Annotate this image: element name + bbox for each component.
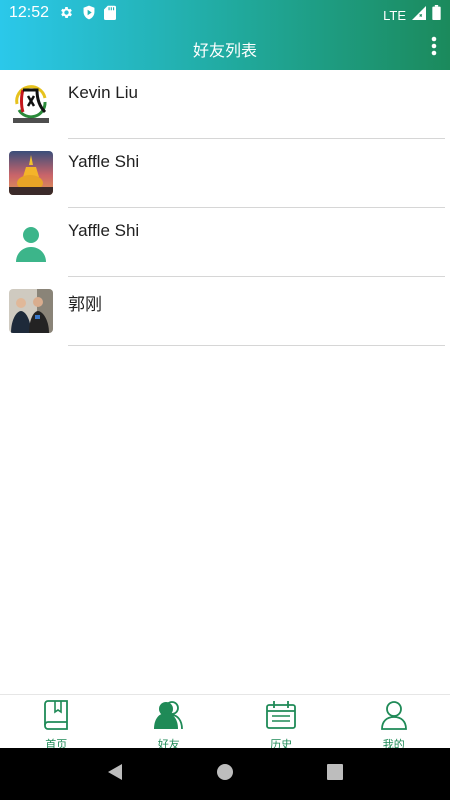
recents-button[interactable] [315, 754, 355, 794]
home-circle-icon [216, 763, 234, 786]
app-header: 12:52 LTE 好友列表 [0, 0, 450, 70]
bottom-nav: 首页 好友 历史 我的 [0, 694, 450, 751]
title-bar: 好友列表 [0, 26, 450, 70]
calendar-icon [266, 700, 297, 735]
people-photo-avatar[interactable] [9, 289, 53, 333]
network-type: LTE [383, 7, 406, 23]
overflow-menu-button[interactable] [424, 34, 444, 62]
friend-row[interactable]: Yaffle Shi [0, 139, 450, 208]
row-divider [68, 345, 445, 346]
overflow-menu-icon [431, 36, 437, 61]
battery-icon [432, 5, 441, 25]
signal-icon [412, 5, 426, 25]
friend-row[interactable]: Yaffle Shi [0, 208, 450, 277]
friend-row[interactable]: 郭刚 [0, 277, 450, 346]
sd-card-icon [104, 5, 116, 25]
nav-friends[interactable]: 好友 [113, 695, 226, 751]
page-title: 好友列表 [192, 43, 257, 60]
default-person-avatar[interactable] [9, 220, 53, 264]
gear-icon [59, 5, 74, 25]
friends-icon [153, 700, 184, 735]
system-navigation-bar [0, 748, 450, 800]
back-button[interactable] [95, 754, 135, 794]
nav-home[interactable]: 首页 [0, 695, 113, 751]
status-time: 12:52 [9, 4, 50, 21]
book-icon [43, 700, 69, 735]
golden-temple-photo-avatar[interactable] [9, 151, 53, 195]
friend-name: Yaffle Shi [68, 221, 140, 240]
profile-icon [380, 700, 407, 735]
home-button[interactable] [205, 754, 245, 794]
play-shield-icon [82, 5, 96, 25]
status-icons-right: LTE [383, 5, 441, 25]
nav-profile[interactable]: 我的 [338, 695, 450, 751]
calligraphy-logo-avatar[interactable] [9, 82, 53, 126]
recents-square-icon [327, 763, 343, 785]
friend-list: Kevin Liu Yaffle Shi Yaffle Shi 郭刚 [0, 70, 450, 346]
friend-name: Kevin Liu [68, 83, 138, 102]
back-triangle-icon [107, 763, 123, 786]
nav-history[interactable]: 历史 [225, 695, 338, 751]
default-person-icon [9, 227, 53, 264]
friend-name: 郭刚 [68, 295, 102, 314]
friend-row[interactable]: Kevin Liu [0, 70, 450, 139]
friend-name: Yaffle Shi [68, 152, 140, 171]
status-icons-left [59, 5, 116, 25]
status-bar: 12:52 LTE [0, 0, 450, 26]
